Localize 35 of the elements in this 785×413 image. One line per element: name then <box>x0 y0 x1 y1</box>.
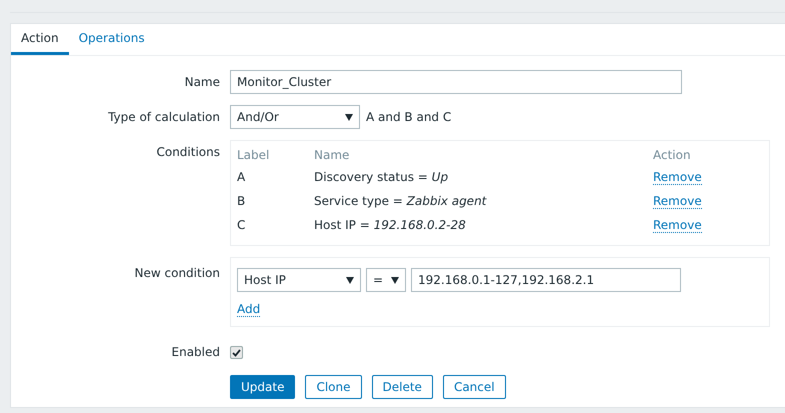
calculation-select[interactable]: And/Or <box>230 105 360 129</box>
formula-text: A and B and C <box>366 110 452 124</box>
secondary-button[interactable]: Delete <box>372 375 433 399</box>
tab[interactable]: Action <box>11 24 69 55</box>
name-field[interactable]: Monitor_Cluster <box>230 70 682 94</box>
column-header: Name <box>314 146 653 165</box>
remove-link[interactable]: Remove <box>653 194 702 209</box>
table-cell-text: A <box>237 169 246 186</box>
remove-link[interactable]: Remove <box>653 218 702 233</box>
primary-button[interactable]: Update <box>230 375 296 399</box>
operator-select[interactable]: = <box>366 268 406 292</box>
secondary-button[interactable]: Clone <box>305 375 362 399</box>
secondary-button[interactable]: Cancel <box>442 375 506 399</box>
caret-icon <box>391 276 399 284</box>
checkmark-icon <box>232 348 241 356</box>
field-label: Name <box>184 74 220 91</box>
field-label: New condition <box>134 265 220 282</box>
column-header: Action <box>653 147 692 164</box>
tab[interactable]: Operations <box>68 24 155 55</box>
field-label: Enabled <box>170 344 220 361</box>
enabled-checkbox[interactable] <box>230 346 243 359</box>
table-cell: Host IP = 192.168.0.2-28 <box>314 213 653 237</box>
caret-icon <box>345 114 353 120</box>
column-header: Label <box>237 147 270 164</box>
field-label: Conditions <box>155 144 220 161</box>
table-cell: Discovery status = Up <box>314 165 653 189</box>
remove-link[interactable]: Remove <box>653 170 702 185</box>
add-link[interactable]: Add <box>237 302 260 317</box>
condition-value-field[interactable]: 192.168.0.1-127,192.168.2.1 <box>411 268 681 292</box>
field-label: Type of calculation <box>107 109 220 126</box>
caret-icon <box>346 276 354 284</box>
table-cell: Service type = Zabbix agent <box>314 189 653 213</box>
table-cell-text: C <box>237 217 246 234</box>
table-cell-text: B <box>237 193 246 210</box>
condition-type-select[interactable]: Host IP <box>237 268 361 292</box>
